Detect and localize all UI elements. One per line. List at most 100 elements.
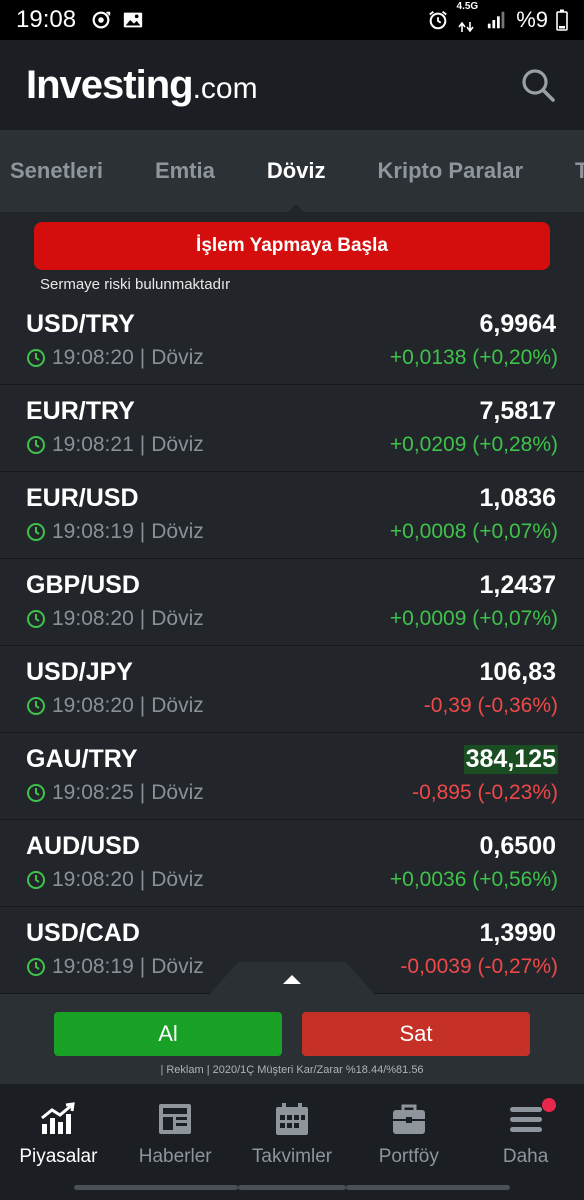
quote-category: Döviz	[151, 520, 204, 543]
meta-separator: |	[139, 955, 146, 978]
nav-label: Daha	[502, 1146, 549, 1167]
gesture-bar-center	[238, 1185, 346, 1190]
start-trading-button[interactable]: İşlem Yapmaya Başla	[34, 222, 550, 270]
quote-row[interactable]: GBP/USD 1,2437 19:08:20 | Döviz +0,0009 …	[0, 559, 584, 646]
tab-kripto-paralar[interactable]: Kripto Paralar	[352, 130, 550, 212]
nav-label: Piyasalar	[19, 1146, 98, 1167]
nav-portfoy[interactable]: Portföy	[350, 1084, 467, 1200]
quote-name: EUR/TRY	[26, 397, 135, 425]
quote-price: 0,6500	[479, 832, 556, 860]
quote-meta: 19:08:21 | Döviz	[26, 433, 204, 457]
quote-row[interactable]: EUR/TRY 7,5817 19:08:21 | Döviz +0,0209 …	[0, 385, 584, 472]
clock-icon	[27, 784, 45, 802]
quote-change: +0,0036 (+0,56%)	[389, 868, 558, 891]
bottom-nav: Piyasalar Haberler Takvimler Portföy Dah…	[0, 1084, 584, 1200]
risk-note: Sermaye riski bulunmaktadır	[40, 276, 231, 293]
quote-change: -0,39 (-0,36%)	[423, 694, 558, 717]
status-left-icons	[90, 9, 144, 31]
meta-separator: |	[139, 607, 146, 630]
gesture-bar-left	[74, 1185, 238, 1190]
clock-icon	[27, 523, 45, 541]
logo-main-text: Investing	[26, 62, 194, 107]
quote-price: 1,2437	[479, 571, 556, 599]
quote-meta: 19:08:20 | Döviz	[26, 607, 204, 631]
category-tabs: Senetleri Emtia Döviz Kripto Paralar Ta	[0, 130, 584, 212]
buy-button[interactable]: Al	[54, 1012, 282, 1056]
nav-daha[interactable]: Daha	[467, 1084, 584, 1200]
nav-label: Portföy	[378, 1146, 439, 1167]
quote-category: Döviz	[151, 346, 204, 369]
quote-price: 384,125	[463, 745, 558, 774]
image-icon	[123, 12, 143, 28]
quote-change: +0,0009 (+0,07%)	[389, 607, 558, 630]
quote-price: 7,5817	[479, 397, 556, 425]
quote-name: GAU/TRY	[26, 745, 138, 773]
notification-badge	[541, 1098, 556, 1112]
quote-meta: 19:08:20 | Döviz	[26, 868, 204, 892]
quote-list: USD/TRY 6,9964 19:08:20 | Döviz +0,0138 …	[0, 298, 584, 994]
quote-meta: 19:08:20 | Döviz	[26, 694, 204, 718]
quote-category: Döviz	[151, 433, 204, 456]
quote-row[interactable]: AUD/USD 0,6500 19:08:20 | Döviz +0,0036 …	[0, 820, 584, 907]
quote-row[interactable]: EUR/USD 1,0836 19:08:19 | Döviz +0,0008 …	[0, 472, 584, 559]
quote-category: Döviz	[151, 955, 204, 978]
quote-meta: 19:08:19 | Döviz	[26, 955, 204, 979]
quote-price: 106,83	[479, 658, 556, 686]
clock-icon	[27, 610, 45, 628]
meta-separator: |	[139, 433, 146, 456]
quote-name: AUD/USD	[26, 832, 140, 860]
menu-icon	[509, 1107, 542, 1132]
meta-separator: |	[139, 346, 146, 369]
search-button[interactable]	[518, 65, 558, 105]
app-header: Investing .com	[0, 40, 584, 130]
briefcase-icon	[392, 1104, 425, 1134]
investing-logo[interactable]: Investing .com	[26, 63, 258, 108]
clock-icon	[27, 349, 45, 367]
tab-senetleri[interactable]: Senetleri	[0, 130, 129, 212]
quote-row[interactable]: GAU/TRY 384,125 19:08:25 | Döviz -0,895 …	[0, 733, 584, 820]
tab-emtia[interactable]: Emtia	[129, 130, 241, 212]
nav-takvimler[interactable]: Takvimler	[234, 1084, 351, 1200]
quote-name: USD/TRY	[26, 310, 135, 338]
news-icon	[159, 1104, 192, 1134]
nav-piyasalar[interactable]: Piyasalar	[0, 1084, 117, 1200]
quote-change: +0,0008 (+0,07%)	[389, 520, 558, 543]
gesture-bar-right	[346, 1185, 510, 1190]
logo-suffix-text: .com	[192, 71, 258, 105]
quote-meta: 19:08:19 | Döviz	[26, 520, 204, 544]
quote-name: USD/JPY	[26, 658, 133, 686]
meta-separator: |	[139, 520, 146, 543]
tab-doviz[interactable]: Döviz	[241, 130, 352, 212]
clock-icon	[27, 871, 45, 889]
quote-name: USD/CAD	[26, 919, 140, 947]
quote-time: 19:08:19	[52, 520, 134, 543]
chevron-up-icon	[283, 975, 301, 984]
status-time: 19:08	[16, 6, 77, 33]
nav-label: Takvimler	[251, 1146, 333, 1167]
chart-icon	[41, 1102, 76, 1134]
quote-change: -0,0039 (-0,27%)	[400, 955, 558, 978]
calendar-icon	[275, 1103, 308, 1135]
alarm-icon	[428, 11, 447, 30]
meta-separator: |	[139, 868, 146, 891]
sell-button[interactable]: Sat	[302, 1012, 530, 1056]
data-arrows-icon	[457, 21, 474, 33]
quote-category: Döviz	[151, 607, 204, 630]
quote-row[interactable]: USD/JPY 106,83 19:08:20 | Döviz -0,39 (-…	[0, 646, 584, 733]
quotes-content: İşlem Yapmaya Başla Sermaye riski bulunm…	[0, 212, 584, 994]
quote-category: Döviz	[151, 868, 204, 891]
nav-haberler[interactable]: Haberler	[117, 1084, 234, 1200]
quote-price: 6,9964	[479, 310, 556, 338]
quote-meta: 19:08:25 | Döviz	[26, 781, 204, 805]
quote-change: -0,895 (-0,23%)	[412, 781, 558, 804]
nav-label: Haberler	[138, 1146, 212, 1167]
quote-time: 19:08:19	[52, 955, 134, 978]
quote-change: +0,0209 (+0,28%)	[389, 433, 558, 456]
quote-category: Döviz	[151, 694, 204, 717]
tab-truncated[interactable]: Ta	[549, 130, 584, 212]
quote-time: 19:08:25	[52, 781, 134, 804]
quote-category: Döviz	[151, 781, 204, 804]
quote-row[interactable]: USD/TRY 6,9964 19:08:20 | Döviz +0,0138 …	[0, 298, 584, 385]
battery-text: %9	[516, 7, 548, 32]
network-indicator: 4.5G	[457, 2, 478, 38]
